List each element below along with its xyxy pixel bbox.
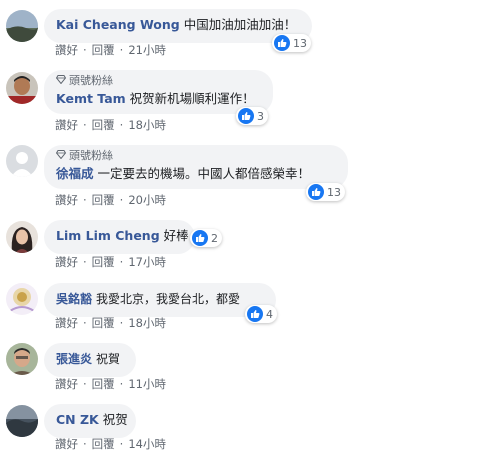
fan-badge: 頭號粉絲 [55, 74, 261, 88]
reply-link[interactable]: 回覆 [92, 192, 115, 208]
like-link[interactable]: 讚好 [55, 192, 78, 208]
comment-actions: 讚好 · 回覆 · 17小時 [55, 254, 166, 270]
thumbs-up-icon [247, 306, 263, 322]
avatar[interactable] [6, 72, 38, 104]
timestamp[interactable]: 18小時 [128, 315, 166, 331]
comment-text: 一定要去的機場。中國人都倍感榮幸！ [97, 166, 311, 181]
timestamp[interactable]: 21小時 [128, 42, 166, 58]
reaction-count: 13 [293, 36, 307, 50]
comment-text: 我愛北京，我愛台北，都愛 [96, 292, 241, 306]
comment-bubble: Lim Lim Cheng 好棒 [44, 220, 195, 254]
timestamp[interactable]: 17小時 [128, 254, 166, 270]
reaction-summary[interactable]: 3 [236, 107, 268, 125]
diamond-icon [55, 74, 67, 88]
fan-badge-label: 頭號粉絲 [69, 149, 113, 162]
avatar[interactable] [6, 145, 38, 177]
comment-author[interactable]: Kemt Tam [56, 91, 126, 106]
reaction-summary[interactable]: 2 [190, 229, 222, 247]
like-link[interactable]: 讚好 [55, 376, 78, 392]
comment-bubble: 吳銘豁 我愛北京，我愛台北，都愛 [44, 283, 276, 317]
comment-actions: 讚好 · 回覆 · 20小時 [55, 192, 166, 208]
avatar[interactable] [6, 221, 38, 253]
thumbs-up-icon [274, 35, 290, 51]
thumbs-up-icon [308, 184, 324, 200]
comment-list: Kai Cheang Wong 中国加油加油加油！ 13 讚好 · 回覆 · 21小時… [0, 0, 479, 463]
comment-bubble: Kai Cheang Wong 中国加油加油加油！ [44, 9, 312, 43]
like-link[interactable]: 讚好 [55, 315, 78, 331]
comment-bubble: CN ZK 祝贺 [44, 404, 136, 438]
comment-text: 好棒 [163, 228, 189, 243]
reaction-summary[interactable]: 13 [272, 34, 311, 52]
comment-actions: 讚好 · 回覆 · 18小時 [55, 117, 166, 133]
timestamp[interactable]: 14小時 [128, 436, 166, 452]
comment-author[interactable]: Kai Cheang Wong [56, 17, 180, 32]
comment-text: 祝賀 [96, 352, 121, 366]
comment-bubble: 頭號粉絲 Kemt Tam 祝贺新机場順利運作！ [44, 70, 273, 114]
avatar[interactable] [6, 10, 38, 42]
thumbs-up-icon [192, 230, 208, 246]
comment-author[interactable]: 張進炎 [56, 352, 92, 366]
timestamp[interactable]: 18小時 [128, 117, 166, 133]
comment-actions: 讚好 · 回覆 · 14小時 [55, 436, 166, 452]
like-link[interactable]: 讚好 [55, 436, 78, 452]
avatar[interactable] [6, 343, 38, 375]
fan-badge: 頭號粉絲 [55, 149, 336, 163]
reply-link[interactable]: 回覆 [92, 254, 115, 270]
comment-author[interactable]: Lim Lim Cheng [56, 228, 160, 243]
reaction-count: 4 [266, 307, 273, 321]
like-link[interactable]: 讚好 [55, 254, 78, 270]
comment-actions: 讚好 · 回覆 · 21小時 [55, 42, 166, 58]
comment-text: 祝贺新机場順利運作！ [129, 91, 255, 106]
comment-author[interactable]: 吳銘豁 [56, 292, 92, 306]
comment-author[interactable]: 徐福成 [56, 166, 94, 181]
timestamp[interactable]: 11小時 [128, 376, 166, 392]
like-link[interactable]: 讚好 [55, 42, 78, 58]
reaction-count: 3 [257, 109, 264, 123]
reply-link[interactable]: 回覆 [92, 315, 115, 331]
comment-text: 祝贺 [102, 412, 128, 427]
reply-link[interactable]: 回覆 [92, 436, 115, 452]
fan-badge-label: 頭號粉絲 [69, 74, 113, 87]
comment-bubble: 頭號粉絲 徐福成 一定要去的機場。中國人都倍感榮幸！ [44, 145, 348, 189]
thumbs-up-icon [238, 108, 254, 124]
avatar[interactable] [6, 405, 38, 437]
like-link[interactable]: 讚好 [55, 117, 78, 133]
reply-link[interactable]: 回覆 [92, 42, 115, 58]
comment-text: 中国加油加油加油！ [183, 17, 297, 32]
timestamp[interactable]: 20小時 [128, 192, 166, 208]
comment-actions: 讚好 · 回覆 · 18小時 [55, 315, 166, 331]
comment-bubble: 張進炎 祝賀 [44, 343, 136, 377]
comment-actions: 讚好 · 回覆 · 11小時 [55, 376, 166, 392]
reaction-count: 13 [327, 185, 341, 199]
avatar[interactable] [6, 283, 38, 315]
diamond-icon [55, 149, 67, 163]
reply-link[interactable]: 回覆 [92, 117, 115, 133]
comment-author[interactable]: CN ZK [56, 412, 99, 427]
reaction-summary[interactable]: 4 [245, 305, 277, 323]
reaction-summary[interactable]: 13 [306, 183, 345, 201]
reaction-count: 2 [211, 231, 218, 245]
reply-link[interactable]: 回覆 [92, 376, 115, 392]
